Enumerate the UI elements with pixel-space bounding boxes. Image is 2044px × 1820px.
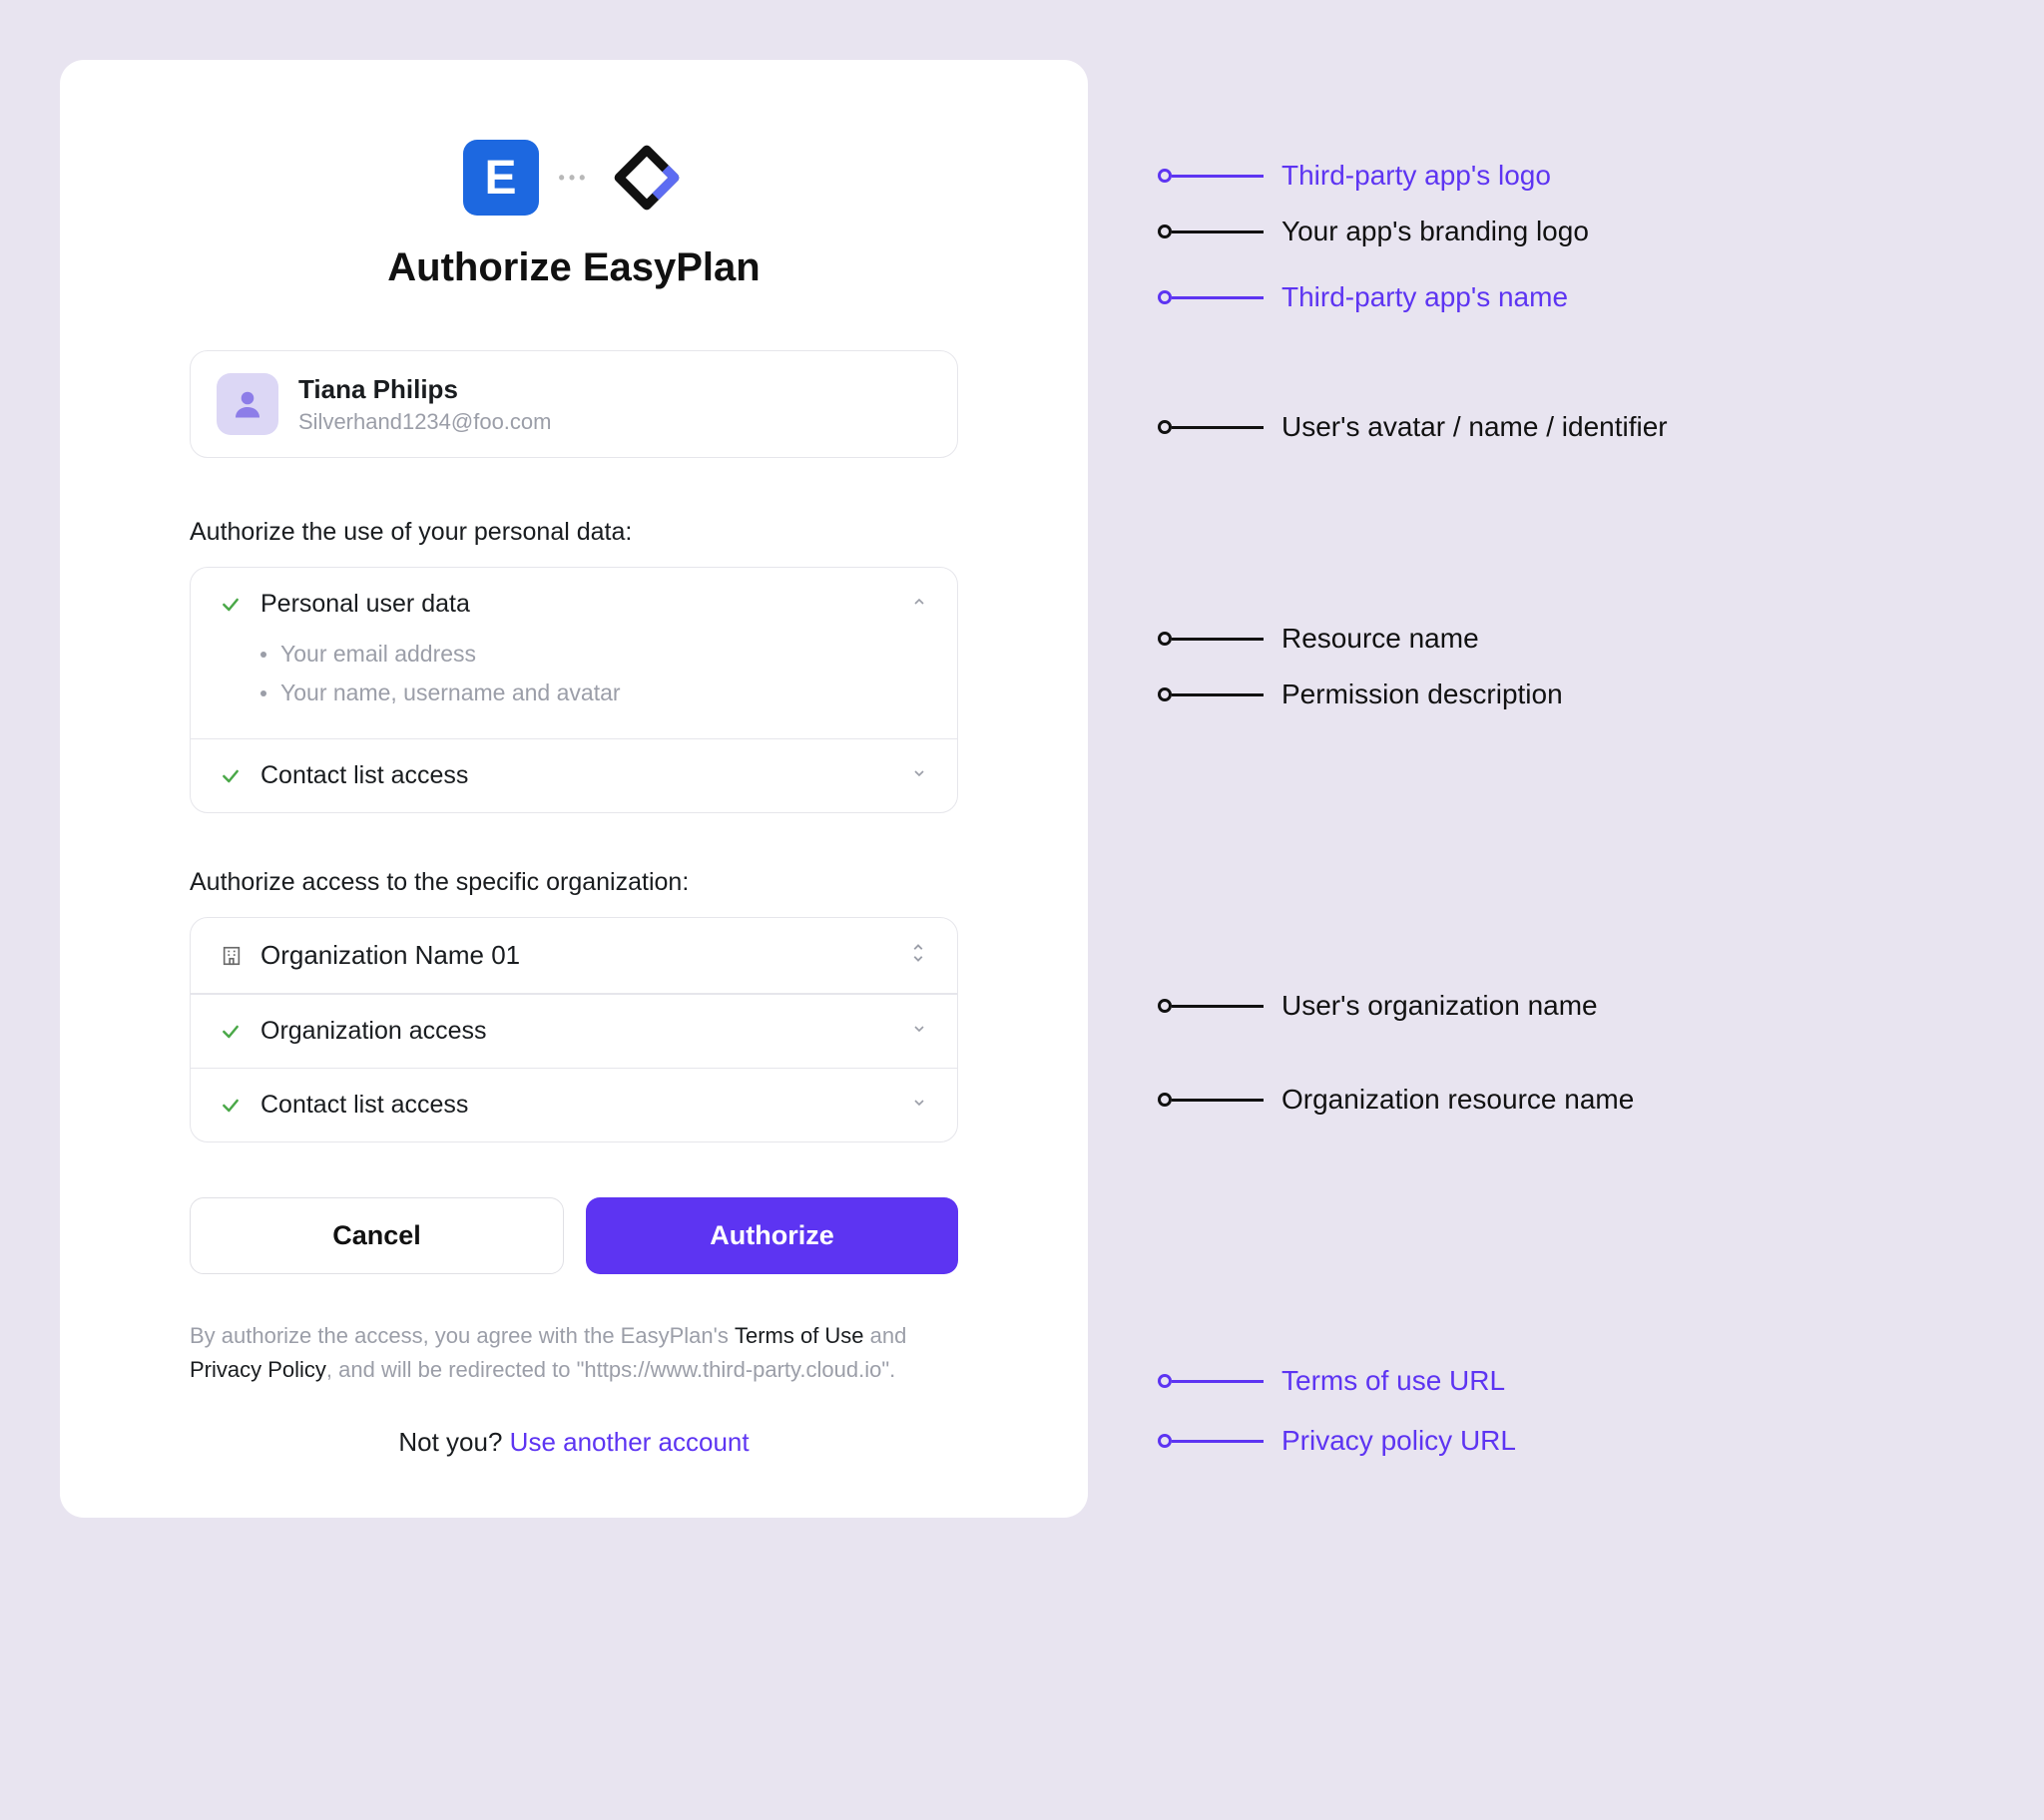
permission-item[interactable]: Contact list access [191,738,957,812]
use-another-account-link[interactable]: Use another account [510,1427,750,1457]
org-section-label: Authorize access to the specific organiz… [190,868,958,897]
annotation: Resource name [1158,623,1984,655]
annotation-label: Privacy policy URL [1281,1425,1516,1457]
annotation-label: Organization resource name [1281,1084,1634,1116]
bullet-icon [260,652,266,658]
annotation: Privacy policy URL [1158,1425,1984,1457]
third-party-logo-letter: E [485,151,517,206]
user-card: Tiana Philips Silverhand1234@foo.com [190,350,958,458]
annotation: Terms of use URL [1158,1365,1984,1397]
annotation-label: Third-party app's logo [1281,160,1551,192]
chevron-up-icon [911,594,927,615]
annotation: User's organization name [1158,990,1984,1022]
authorize-button[interactable]: Authorize [586,1197,958,1274]
footer-text-segment: By authorize the access, you agree with … [190,1323,735,1348]
selector-icon [909,941,927,970]
third-party-logo: E [463,140,539,216]
check-icon [221,1096,243,1116]
permission-detail: Your name, username and avatar [260,674,927,712]
permission-detail: Your email address [260,635,927,674]
annotation: Your app's branding logo [1158,216,1984,247]
check-icon [221,766,243,786]
permission-name: Contact list access [260,1091,893,1120]
annotation: Permission description [1158,679,1984,710]
annotation-label: Third-party app's name [1281,281,1568,313]
user-name: Tiana Philips [298,374,551,405]
permission-detail-text: Your email address [280,641,476,668]
permission-item[interactable]: Contact list access [191,1068,957,1141]
check-icon [221,595,243,615]
page-title: Authorize EasyPlan [190,245,958,290]
chevron-down-icon [911,765,927,786]
cancel-button[interactable]: Cancel [190,1197,564,1274]
annotation: Third-party app's name [1158,281,1984,313]
logo-row: E ••• [190,140,958,216]
bullet-icon [260,690,266,696]
user-email: Silverhand1234@foo.com [298,409,551,435]
footer-text-segment: and [864,1323,907,1348]
consent-dialog: E ••• Authorize EasyPlan Tiana Philips S [60,60,1088,1518]
annotation: Organization resource name [1158,1084,1984,1116]
building-icon [221,944,243,968]
permission-name: Personal user data [260,590,893,619]
annotation: Third-party app's logo [1158,160,1984,192]
personal-section-label: Authorize the use of your personal data: [190,518,958,547]
org-permissions-group: Organization Name 01 Organization access [190,917,958,1142]
org-name: Organization Name 01 [260,940,891,971]
annotation-label: Resource name [1281,623,1479,655]
annotation: User's avatar / name / identifier [1158,411,1984,443]
chevron-down-icon [911,1095,927,1116]
chevron-down-icon [911,1021,927,1042]
annotation-label: Your app's branding logo [1281,216,1589,247]
terms-link[interactable]: Terms of Use [735,1323,864,1348]
annotation-column: Third-party app's logo Your app's brandi… [1158,60,1984,1518]
annotation-label: Terms of use URL [1281,1365,1505,1397]
legal-footer: By authorize the access, you agree with … [190,1319,958,1387]
annotation-label: User's organization name [1281,990,1598,1022]
permission-item[interactable]: Organization access [191,994,957,1068]
permission-name: Contact list access [260,761,893,790]
permission-item[interactable]: Personal user data Your email address Yo… [191,568,957,738]
permission-detail-text: Your name, username and avatar [280,680,621,706]
personal-permissions-group: Personal user data Your email address Yo… [190,567,958,813]
annotation-label: Permission description [1281,679,1563,710]
footer-text-segment: , and will be redirected to "https://www… [326,1357,895,1382]
your-app-logo [609,140,685,216]
connection-dots-icon: ••• [559,168,590,189]
annotation-label: User's avatar / name / identifier [1281,411,1668,443]
switch-account-prompt: Not you? [398,1427,509,1457]
avatar [217,373,278,435]
check-icon [221,1022,243,1042]
privacy-link[interactable]: Privacy Policy [190,1357,326,1382]
org-selector[interactable]: Organization Name 01 [191,918,957,994]
permission-name: Organization access [260,1017,893,1046]
